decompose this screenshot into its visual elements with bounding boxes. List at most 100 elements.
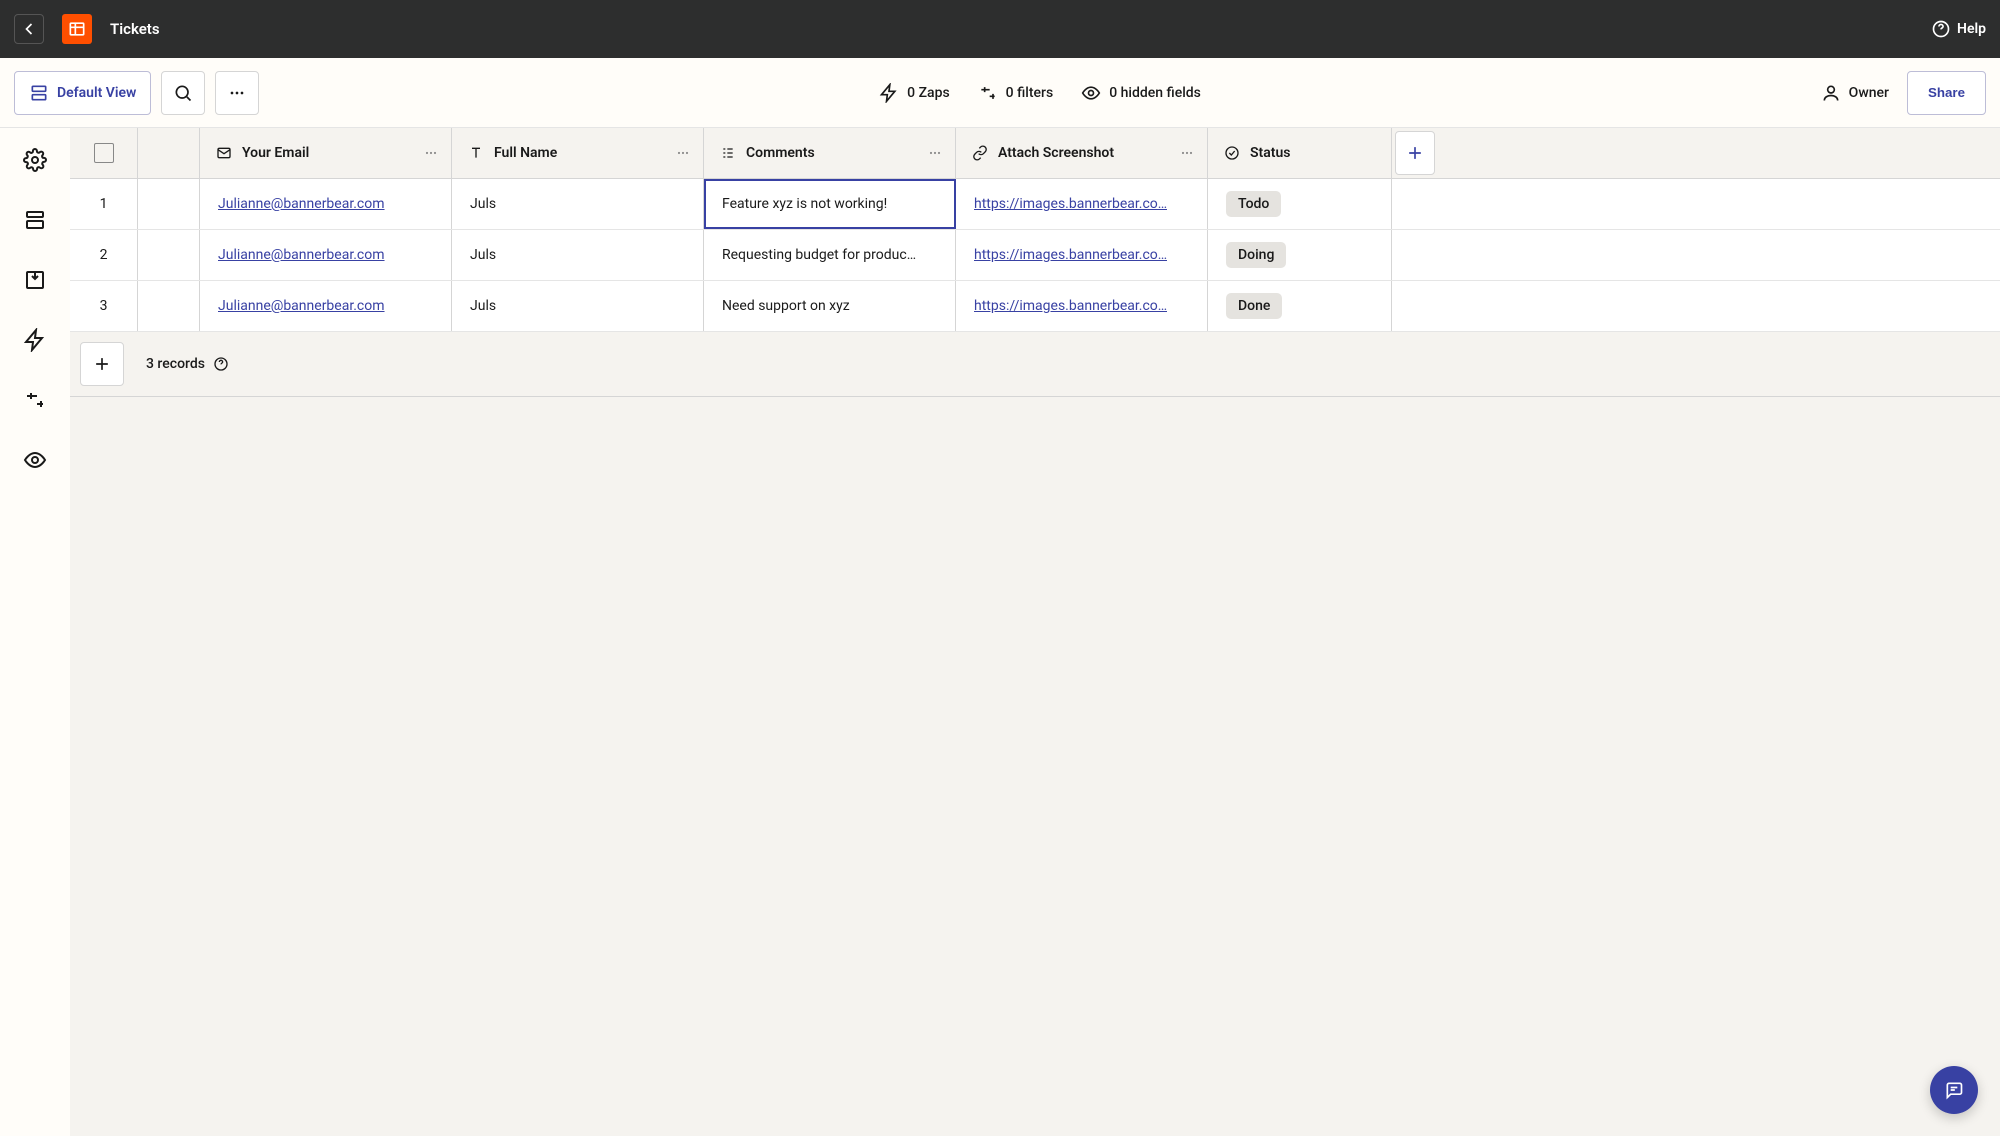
eye-icon [23,448,47,472]
cell-comments[interactable]: Feature xyz is not working! [704,179,956,229]
email-link[interactable]: Julianne@bannerbear.com [218,196,385,212]
cell-status[interactable]: Doing [1208,230,1392,280]
page-title: Tickets [110,20,160,38]
cell-full-name[interactable]: Juls [452,230,704,280]
zaps-label: 0 Zaps [907,85,950,101]
sidebar-insert[interactable] [23,268,47,292]
cell-full-name[interactable]: Juls [452,179,704,229]
main: Your Email Full Name Comments Attach Scr… [0,128,2000,1136]
column-menu[interactable] [927,145,943,161]
email-icon [216,145,232,161]
sidebar-views[interactable] [23,208,47,232]
user-icon [1821,83,1841,103]
attach-link[interactable]: https://images.bannerbear.co… [974,298,1167,314]
email-link[interactable]: Julianne@bannerbear.com [218,247,385,263]
sidebar-sliders[interactable] [23,388,47,412]
default-view-button[interactable]: Default View [14,71,151,115]
cell-status[interactable]: Done [1208,281,1392,331]
zap-icon [879,83,899,103]
sidebar [0,128,70,1136]
content: Your Email Full Name Comments Attach Scr… [70,128,2000,1136]
status-badge: Todo [1226,191,1281,217]
owner-button[interactable]: Owner [1821,83,1889,103]
column-spacer [138,128,200,178]
toolbar-center: 0 Zaps 0 filters 0 hidden fields [269,83,1810,103]
sidebar-automations[interactable] [23,328,47,352]
toolbar-right: Owner Share [1821,71,1986,115]
column-email[interactable]: Your Email [200,128,452,178]
zap-icon [23,328,47,352]
row-number[interactable]: 2 [70,230,138,280]
attach-link[interactable]: https://images.bannerbear.co… [974,196,1167,212]
sliders-icon [23,388,47,412]
arrow-left-icon [19,19,39,39]
cell-email[interactable]: Julianne@bannerbear.com [200,179,452,229]
table-footer: 3 records [70,332,2000,397]
app-icon [62,14,92,44]
sidebar-visibility[interactable] [23,448,47,472]
sidebar-settings[interactable] [23,148,47,172]
records-count: 3 records [146,356,229,372]
column-menu[interactable] [675,145,691,161]
cell-attach[interactable]: https://images.bannerbear.co… [956,281,1208,331]
cell-full-name[interactable]: Juls [452,281,704,331]
plus-icon [92,354,112,374]
table-header: Your Email Full Name Comments Attach Scr… [70,128,2000,179]
zaps-button[interactable]: 0 Zaps [879,83,950,103]
add-record-button[interactable] [80,342,124,386]
row-number[interactable]: 3 [70,281,138,331]
link-icon [972,145,988,161]
cell-email[interactable]: Julianne@bannerbear.com [200,281,452,331]
toolbar: Default View 0 Zaps 0 filters 0 hidden f… [0,58,2000,128]
search-button[interactable] [161,71,205,115]
help-button[interactable]: Help [1931,19,1986,39]
row-handle[interactable] [138,230,200,280]
email-link[interactable]: Julianne@bannerbear.com [218,298,385,314]
cell-email[interactable]: Julianne@bannerbear.com [200,230,452,280]
view-icon [29,83,49,103]
column-attach[interactable]: Attach Screenshot [956,128,1208,178]
help-icon[interactable] [213,356,229,372]
text-icon [468,145,484,161]
table-body: 1 Julianne@bannerbear.com Juls Feature x… [70,179,2000,332]
row-number[interactable]: 1 [70,179,138,229]
chat-icon [1944,1080,1964,1100]
share-button[interactable]: Share [1907,71,1986,115]
row-handle[interactable] [138,281,200,331]
owner-label: Owner [1849,85,1889,101]
status-badge: Done [1226,293,1282,319]
column-label: Your Email [242,145,309,161]
cell-comments[interactable]: Need support on xyz [704,281,956,331]
filter-icon [978,83,998,103]
cell-attach[interactable]: https://images.bannerbear.co… [956,230,1208,280]
column-comments[interactable]: Comments [704,128,956,178]
select-all-header[interactable] [70,128,138,178]
dots-icon [675,145,691,161]
cell-status[interactable]: Todo [1208,179,1392,229]
column-menu[interactable] [1179,145,1195,161]
plus-icon [1405,143,1425,163]
dots-icon [423,145,439,161]
table-row: 1 Julianne@bannerbear.com Juls Feature x… [70,179,2000,230]
more-button[interactable] [215,71,259,115]
column-menu[interactable] [423,145,439,161]
column-label: Comments [746,145,815,161]
dots-icon [927,145,943,161]
row-handle[interactable] [138,179,200,229]
records-count-label: 3 records [146,356,205,372]
column-full-name[interactable]: Full Name [452,128,704,178]
dots-icon [1179,145,1195,161]
filters-button[interactable]: 0 filters [978,83,1054,103]
table-row: 2 Julianne@bannerbear.com Juls Requestin… [70,230,2000,281]
stack-icon [23,208,47,232]
add-column [1392,128,1436,178]
attach-link[interactable]: https://images.bannerbear.co… [974,247,1167,263]
chat-button[interactable] [1930,1066,1978,1114]
hidden-fields-button[interactable]: 0 hidden fields [1081,83,1201,103]
column-status[interactable]: Status [1208,128,1392,178]
cell-comments[interactable]: Requesting budget for produc… [704,230,956,280]
back-button[interactable] [14,14,44,44]
cell-attach[interactable]: https://images.bannerbear.co… [956,179,1208,229]
add-column-button[interactable] [1395,131,1435,175]
table-row: 3 Julianne@bannerbear.com Juls Need supp… [70,281,2000,332]
